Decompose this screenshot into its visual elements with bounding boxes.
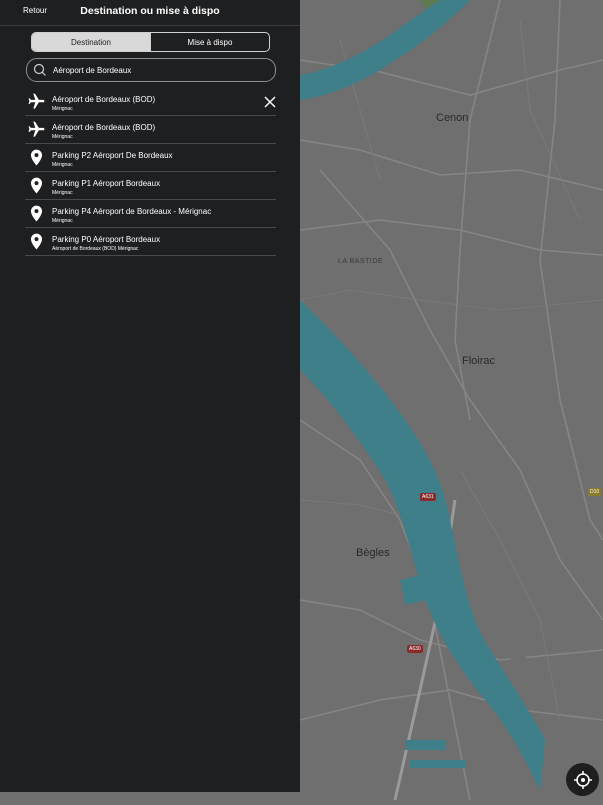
result-name: Parking P0 Aéroport Bordeaux bbox=[52, 235, 161, 244]
result-row[interactable]: Parking P2 Aéroport De Bordeaux Mérignac bbox=[25, 144, 276, 172]
results-list: Aéroport de Bordeaux (BOD) Mérignac Aéro… bbox=[25, 88, 276, 256]
result-subtitle: Mérignac bbox=[52, 106, 73, 112]
result-row[interactable]: Parking P4 Aéroport de Bordeaux - Mérign… bbox=[25, 200, 276, 228]
map-pin-icon bbox=[30, 149, 43, 166]
result-name: Aéroport de Bordeaux (BOD) bbox=[52, 95, 156, 104]
map-pin-icon bbox=[30, 233, 43, 250]
road-tag-a630: A630 bbox=[407, 645, 423, 653]
tab-destination[interactable]: Destination bbox=[32, 33, 150, 51]
search-box bbox=[26, 58, 276, 82]
result-row[interactable]: Aéroport de Bordeaux (BOD) Mérignac bbox=[25, 116, 276, 144]
page-title: Destination ou mise à dispo bbox=[80, 5, 220, 17]
top-bar: Retour Destination ou mise à dispo bbox=[0, 0, 300, 26]
map-place-cenon: Cenon bbox=[436, 112, 469, 124]
map-pin-icon bbox=[30, 177, 43, 194]
airplane-icon bbox=[28, 93, 45, 109]
mode-segmented-control: Destination Mise à dispo bbox=[31, 32, 270, 52]
result-subtitle: Mérignac bbox=[52, 162, 73, 168]
destination-panel: Retour Destination ou mise à dispo Desti… bbox=[0, 0, 300, 792]
map-place-la-bastide: LA BASTIDE bbox=[338, 258, 384, 265]
road-tag-a631: A631 bbox=[420, 493, 436, 501]
result-subtitle: Mérignac bbox=[52, 134, 73, 140]
result-name: Parking P4 Aéroport de Bordeaux - Mérign… bbox=[52, 207, 212, 216]
crosshair-icon bbox=[573, 770, 592, 789]
map-pin-icon bbox=[30, 205, 43, 222]
result-row[interactable]: Aéroport de Bordeaux (BOD) Mérignac bbox=[25, 88, 276, 116]
locate-me-button[interactable] bbox=[566, 763, 599, 796]
result-row[interactable]: Parking P1 Aéroport Bordeaux Mérignac bbox=[25, 172, 276, 200]
result-subtitle: Aéroport de Bordeaux (BOD) Mérignac bbox=[52, 246, 139, 252]
search-input[interactable] bbox=[53, 59, 263, 81]
result-name: Parking P1 Aéroport Bordeaux bbox=[52, 179, 161, 188]
result-subtitle: Mérignac bbox=[52, 190, 73, 196]
map-place-begles: Bègles bbox=[356, 547, 390, 559]
result-row[interactable]: Parking P0 Aéroport Bordeaux Aéroport de… bbox=[25, 228, 276, 256]
result-subtitle: Mérignac bbox=[52, 218, 73, 224]
result-name: Parking P2 Aéroport De Bordeaux bbox=[52, 151, 173, 160]
airplane-icon bbox=[28, 121, 45, 137]
map-place-floirac: Floirac bbox=[462, 355, 496, 367]
tab-mise-a-dispo[interactable]: Mise à dispo bbox=[150, 33, 269, 51]
search-icon bbox=[33, 63, 46, 76]
result-name: Aéroport de Bordeaux (BOD) bbox=[52, 123, 156, 132]
road-tag-d10: D10 bbox=[588, 488, 602, 496]
